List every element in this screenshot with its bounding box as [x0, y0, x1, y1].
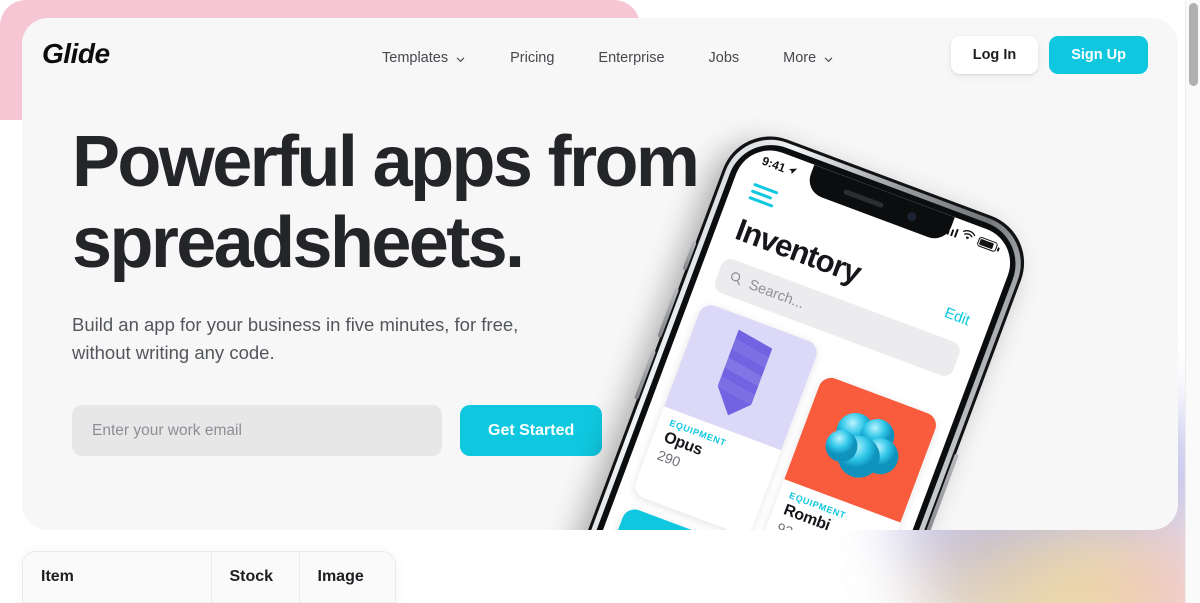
nav-label-enterprise: Enterprise [598, 50, 665, 66]
chevron-down-icon [455, 54, 466, 65]
nav-links: Templates Pricing Enterprise Jobs More [360, 44, 856, 72]
location-arrow-icon [785, 163, 798, 179]
column-header-stock[interactable]: Stock [211, 552, 300, 603]
hero-subheading: Build an app for your business in five m… [72, 314, 519, 363]
nav-label-more: More [783, 50, 817, 66]
brand-logo[interactable]: Glide [42, 38, 110, 70]
hexagon-shape-icon [610, 525, 721, 530]
email-field[interactable] [72, 405, 442, 456]
nav-item-enterprise[interactable]: Enterprise [576, 44, 686, 72]
search-placeholder: Search... [746, 277, 807, 313]
column-header-image[interactable]: Image [299, 552, 395, 603]
battery-icon [976, 236, 999, 253]
main-navigation: Glide Templates Pricing Enterprise Jobs [22, 18, 1178, 92]
nav-item-pricing[interactable]: Pricing [488, 44, 576, 72]
nav-item-templates[interactable]: Templates [360, 44, 488, 72]
stack-shape-icon [717, 329, 773, 416]
nav-item-jobs[interactable]: Jobs [687, 44, 762, 72]
nav-label-templates: Templates [382, 50, 449, 66]
hero-section: Glide Templates Pricing Enterprise Jobs [22, 18, 1178, 530]
cloud-shape-icon [825, 412, 899, 478]
column-header-item[interactable]: Item [23, 552, 212, 603]
login-button[interactable]: Log In [950, 36, 1039, 74]
front-camera [905, 210, 918, 222]
nav-actions: Log In Sign Up [950, 36, 1148, 74]
nav-label-pricing: Pricing [510, 50, 555, 66]
page-scrollbar[interactable] [1185, 0, 1200, 603]
chevron-down-icon [823, 54, 834, 65]
earpiece-speaker [842, 188, 884, 208]
status-time-label: 9:41 [760, 153, 788, 176]
status-time: 9:41 [760, 154, 799, 180]
nav-label-jobs: Jobs [708, 50, 740, 66]
gradient-blob-warm [920, 530, 1200, 603]
get-started-button[interactable]: Get Started [460, 405, 603, 456]
scrollbar-thumb[interactable] [1189, 3, 1198, 86]
signup-button[interactable]: Sign Up [1049, 36, 1148, 74]
page-root: Glide Templates Pricing Enterprise Jobs [0, 0, 1200, 603]
search-icon [727, 269, 745, 289]
spreadsheet-table: Item Stock Image [22, 551, 396, 603]
edit-button[interactable]: Edit [942, 304, 972, 329]
table-header-row: Item Stock Image [23, 552, 395, 603]
nav-item-more[interactable]: More [761, 44, 856, 72]
wifi-icon [958, 226, 977, 248]
